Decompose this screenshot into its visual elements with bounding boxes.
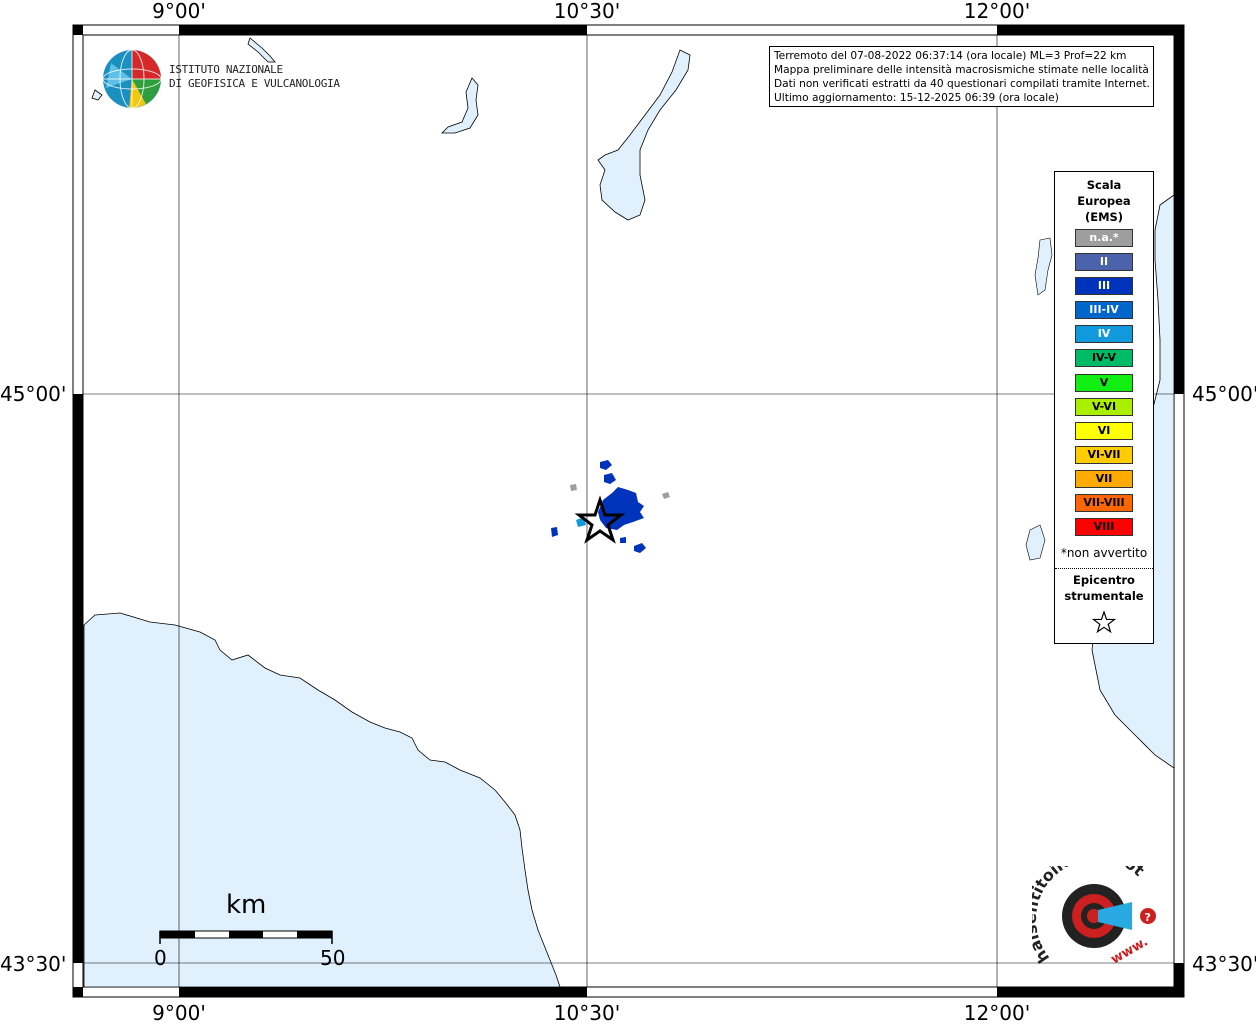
event-info-line-4: Ultimo aggiornamento: 15-12-2025 06:39 (… [774,92,1059,104]
scale-end-label: 50 [320,946,346,970]
event-info-box: Terremoto del 07-08-2022 06:37:14 (ora l… [769,46,1154,107]
lon-label-top-10-30: 10°30' [553,0,621,23]
intensity-area-iii-north [600,460,612,470]
intensity-legend: Scala Europea (EMS) n.a.* II III III-IV IV IV… [1054,171,1154,644]
lon-label-top-9: 9°00' [152,0,206,23]
not-felt-area-1 [662,492,670,499]
lake-como [247,37,276,63]
lat-label-left-43-30: 43°30' [0,952,67,976]
lake-iseo [441,77,479,134]
lon-label-bottom-10-30: 10°30' [553,1001,621,1025]
legend-divider [1055,568,1153,569]
event-info-line-1: Terremoto del 07-08-2022 06:37:14 (ora l… [774,50,1127,62]
event-info-line-2: Mappa preliminare delle intensità macros… [774,64,1149,76]
legend-epicenter-line-1: Epicentro [1073,573,1135,587]
legend-item-n-a: n.a.* [1075,229,1133,247]
lat-label-right-43-30: 43°30' [1192,952,1256,976]
legend-star-icon [1091,610,1117,634]
lake-garda [597,49,691,221]
legend-item-iv: IV [1075,325,1133,344]
lat-label-right-45: 45°00' [1192,382,1256,406]
lat-label-left-45: 45°00' [0,382,67,406]
intensity-area-iii-small [620,537,626,543]
legend-item-iv-v: IV-V [1075,349,1133,368]
hsit-logo: haisentitoilterremoto.it ? www. [1032,866,1156,967]
po-lagoon [1025,524,1046,561]
ingv-globe-logo [102,49,162,109]
legend-title-line-1: Scala [1086,178,1122,192]
scale-unit-label: km [226,890,267,920]
legend-epicenter-line-2: strumentale [1064,589,1144,603]
intensity-area-iii-south [634,543,646,553]
legend-item-vi: VI [1075,421,1133,440]
legend-item-vii-viii: VII-VIII [1075,494,1133,513]
legend-item-v: V [1075,373,1133,392]
legend-items: n.a.* II III III-IV IV IV-V V V-VI VI VI-VII VII VI… [1075,229,1133,542]
legend-title-line-2: Europea [1077,194,1131,208]
legend-item-ii: II [1075,253,1133,272]
intensity-area-iii-north2 [604,473,616,484]
legend-not-felt-note: *non avvertito [1060,546,1148,560]
intensity-area-iii [598,487,644,530]
legend-item-v-vi: V-VI [1075,397,1133,416]
legend-item-iii-iv: III-IV [1075,301,1133,320]
lon-label-bottom-9: 9°00' [152,1001,206,1025]
legend-title: Scala Europea (EMS) [1055,177,1153,225]
legend-title-line-3: (EMS) [1084,210,1124,224]
ingv-name-line-1: ISTITUTO NAZIONALE [169,63,283,76]
not-felt-area-2 [570,484,577,491]
scale-start-label: 0 [154,946,167,970]
event-info-line-3: Dati non verificati estratti da 40 quest… [774,78,1149,90]
ingv-name: ISTITUTO NAZIONALE DI GEOFISICA E VULCAN… [169,63,340,91]
intensity-area-iii-west [551,527,558,537]
lon-label-bottom-12: 12°00' [963,1001,1031,1025]
legend-item-vii: VII [1075,469,1133,488]
venice-lagoon [1034,237,1053,296]
lon-label-top-12: 12°00' [963,0,1031,23]
ingv-name-line-2: DI GEOFISICA E VULCANOLOGIA [169,77,340,90]
legend-item-vi-vii: VI-VII [1075,445,1133,464]
legend-epicenter-label: Epicentro strumentale [1055,572,1153,604]
svg-text:?: ? [1145,911,1151,924]
legend-item-viii: VIII [1075,518,1133,537]
legend-item-iii: III [1075,277,1133,296]
